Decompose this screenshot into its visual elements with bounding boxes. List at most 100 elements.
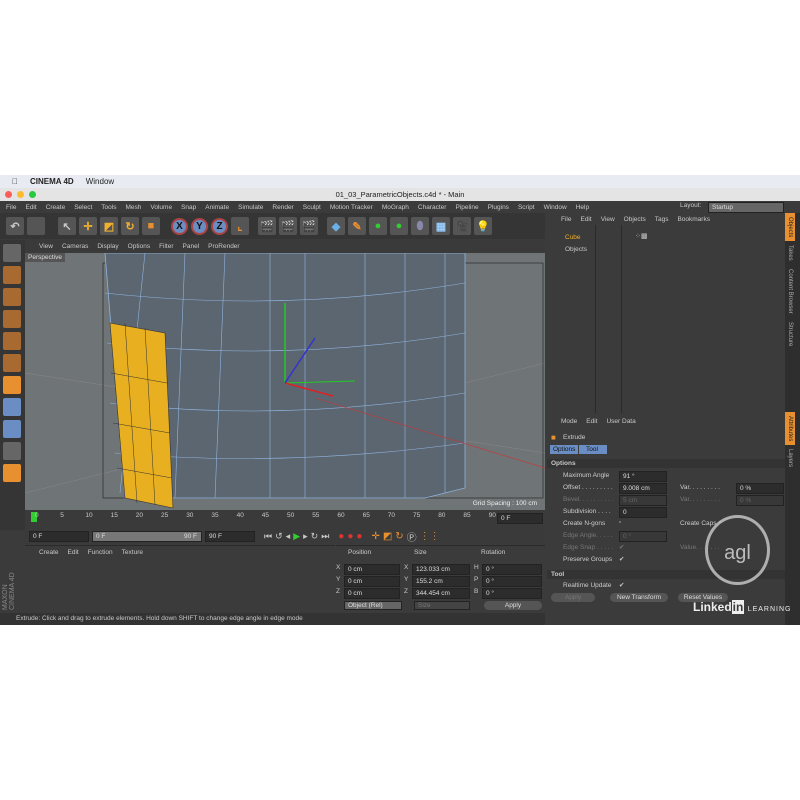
coord-size-field[interactable]: 123.033 cm: [412, 564, 470, 575]
points-mode-icon[interactable]: [3, 332, 21, 350]
tab-options[interactable]: Options: [550, 445, 578, 454]
menu-mograph[interactable]: MoGraph: [382, 204, 409, 211]
material-menu-texture[interactable]: Texture: [122, 549, 143, 556]
material-menu-edit[interactable]: Edit: [68, 549, 79, 556]
autokey-icon[interactable]: ●: [347, 531, 353, 542]
coordinate-system-icon[interactable]: ⌞: [231, 217, 249, 235]
texture-mode-icon[interactable]: [3, 288, 21, 306]
viewport-menu-panel[interactable]: Panel: [183, 243, 200, 250]
tweak-icon[interactable]: [3, 420, 21, 438]
viewport-menu-cameras[interactable]: Cameras: [62, 243, 88, 250]
workplane-icon[interactable]: [3, 310, 21, 328]
key-position-icon[interactable]: ✛: [371, 531, 379, 542]
close-button[interactable]: [5, 191, 12, 198]
tab-takes[interactable]: Takes: [785, 241, 795, 265]
z-axis-lock[interactable]: Z: [211, 217, 228, 235]
scale-tool[interactable]: ◩: [100, 217, 118, 235]
keyframe-selection-icon[interactable]: ●: [356, 531, 362, 542]
menu-motion-tracker[interactable]: Motion Tracker: [330, 204, 373, 211]
end-frame-field[interactable]: 90 F: [205, 530, 255, 542]
x-axis-lock[interactable]: X: [171, 217, 188, 235]
tab-tool[interactable]: Tool: [579, 445, 607, 454]
current-frame-field[interactable]: 0 F: [497, 513, 543, 524]
render-settings-icon[interactable]: 🎬: [300, 217, 318, 235]
object-menu-objects[interactable]: Objects: [624, 216, 646, 223]
coord-pos-field[interactable]: 0 cm: [344, 588, 400, 599]
pen-spline-icon[interactable]: ✎: [348, 217, 366, 235]
menu-sculpt[interactable]: Sculpt: [303, 204, 321, 211]
offset-var-field[interactable]: 0 %: [736, 483, 784, 494]
edges-mode-icon[interactable]: [3, 354, 21, 372]
viewport[interactable]: Perspective Grid Spacing : 100 cm: [25, 253, 545, 510]
preserve-groups-checkbox[interactable]: ✔: [619, 555, 624, 563]
object-menu-file[interactable]: File: [561, 216, 571, 223]
coord-rot-field[interactable]: 0 °: [482, 576, 542, 587]
bevel-field[interactable]: 5 cm: [619, 495, 667, 506]
move-tool[interactable]: ✛: [79, 217, 97, 235]
render-view-icon[interactable]: 🎬: [258, 217, 276, 235]
viewport-menu-prorender[interactable]: ProRender: [208, 243, 239, 250]
apply-button[interactable]: Apply: [551, 593, 595, 602]
subdivision-icon[interactable]: ●: [369, 217, 387, 235]
start-frame-field[interactable]: 0 F: [29, 530, 89, 542]
viewport-menu-view[interactable]: View: [39, 243, 53, 250]
realtime-update-checkbox[interactable]: ✔: [619, 581, 624, 589]
deformer-icon[interactable]: ⬮: [411, 217, 429, 235]
coord-pos-field[interactable]: 0 cm: [344, 564, 400, 575]
menu-character[interactable]: Character: [418, 204, 447, 211]
coord-rot-field[interactable]: 0 °: [482, 588, 542, 599]
render-picture-viewer-icon[interactable]: 🎬: [279, 217, 297, 235]
subdivision-field[interactable]: 0: [619, 507, 667, 518]
zoom-button[interactable]: [29, 191, 36, 198]
object-menu-edit[interactable]: Edit: [580, 216, 591, 223]
menu-mesh[interactable]: Mesh: [125, 204, 141, 211]
material-menu-function[interactable]: Function: [88, 549, 113, 556]
tab-attributes[interactable]: Attributes: [785, 412, 795, 446]
redo-button[interactable]: [27, 217, 45, 235]
key-parameter-icon[interactable]: Ⓟ: [407, 529, 417, 544]
camera-icon[interactable]: 🎥: [453, 217, 471, 235]
floor-icon[interactable]: ▦: [432, 217, 450, 235]
tag-icons[interactable]: ⁘▩: [635, 232, 647, 240]
menu-edit[interactable]: Edit: [25, 204, 36, 211]
next-frame-icon[interactable]: ▸: [303, 531, 308, 542]
viewport-menu-display[interactable]: Display: [97, 243, 118, 250]
viewport-menu-filter[interactable]: Filter: [159, 243, 173, 250]
tab-structure[interactable]: Structure: [785, 318, 795, 350]
object-menu-tags[interactable]: Tags: [655, 216, 669, 223]
live-selection-tool[interactable]: ↖: [58, 217, 76, 235]
object-cube[interactable]: Cube: [565, 234, 581, 241]
object-menu-view[interactable]: View: [601, 216, 615, 223]
previous-frame-icon[interactable]: ◂: [286, 531, 291, 542]
menu-pipeline[interactable]: Pipeline: [455, 204, 478, 211]
coord-size-field[interactable]: 155.2 cm: [412, 576, 470, 587]
layout-select[interactable]: Startup: [708, 202, 784, 213]
menu-window[interactable]: Window: [544, 204, 567, 211]
apple-icon[interactable]: : [12, 177, 18, 186]
cube-object-icon[interactable]: ◆: [327, 217, 345, 235]
window-menu[interactable]: Window: [86, 177, 114, 186]
object-menu-bookmarks[interactable]: Bookmarks: [677, 216, 710, 223]
rotate-tool[interactable]: ↻: [121, 217, 139, 235]
snap-icon[interactable]: [3, 442, 21, 460]
model-mode-icon[interactable]: [3, 266, 21, 284]
menu-plugins[interactable]: Plugins: [488, 204, 509, 211]
menu-snap[interactable]: Snap: [181, 204, 196, 211]
frame-range-slider[interactable]: 0 F 90 F: [92, 530, 202, 542]
menu-help[interactable]: Help: [576, 204, 589, 211]
new-transform-button[interactable]: New Transform: [610, 593, 668, 602]
view-name[interactable]: Perspective: [25, 253, 65, 262]
coord-pos-field[interactable]: 0 cm: [344, 576, 400, 587]
undo-button[interactable]: ↶: [6, 217, 24, 235]
next-key-icon[interactable]: ↻: [311, 531, 319, 542]
menu-script[interactable]: Script: [518, 204, 535, 211]
light-icon[interactable]: 💡: [474, 217, 492, 235]
attribute-menu-user-data[interactable]: User Data: [606, 418, 635, 425]
go-to-end-icon[interactable]: ⏭: [321, 531, 329, 542]
array-icon[interactable]: ●: [390, 217, 408, 235]
offset-field[interactable]: 9.008 cm: [619, 483, 667, 494]
tab-objects[interactable]: Objects: [785, 213, 795, 242]
menu-create[interactable]: Create: [46, 204, 66, 211]
bevel-var-field[interactable]: 0 %: [736, 495, 784, 506]
tab-content-browser[interactable]: Content Browser: [785, 265, 795, 318]
